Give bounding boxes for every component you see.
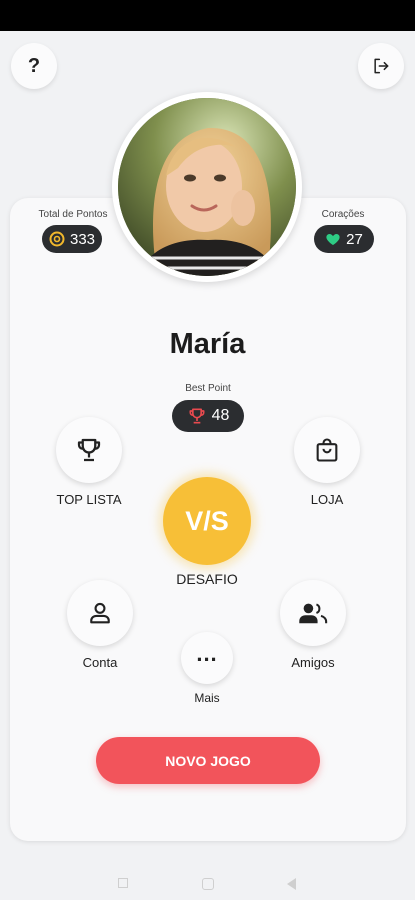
top-list-label: TOP LISTA [56, 492, 122, 507]
best-point-value: 48 [211, 407, 230, 424]
heart-icon [326, 234, 340, 245]
shop-button[interactable] [294, 417, 360, 483]
recents-icon[interactable] [118, 878, 128, 888]
challenge-button[interactable]: V/S [163, 477, 251, 565]
trophy-icon [189, 408, 205, 424]
help-button[interactable]: ? [11, 43, 57, 89]
trophy-icon [77, 438, 101, 462]
friends-icon [299, 603, 328, 624]
versus-label: V/S [185, 505, 229, 536]
total-points-value: 333 [69, 230, 96, 248]
account-label: Conta [82, 655, 118, 670]
home-icon[interactable] [202, 878, 214, 890]
system-nav-bar [0, 866, 415, 900]
shopping-bag-icon [316, 438, 338, 462]
top-list-button[interactable] [56, 417, 122, 483]
logout-icon [374, 58, 389, 74]
user-icon [90, 602, 110, 624]
hearts-badge: 27 [314, 225, 374, 253]
best-point-label: Best Point [185, 383, 231, 394]
question-mark-icon: ? [27, 54, 41, 77]
hearts-label: Corações [321, 209, 365, 220]
challenge-label: DESAFIO [176, 571, 238, 587]
more-dots-icon: ... [196, 641, 218, 666]
best-point-badge: 48 [172, 400, 244, 432]
friends-label: Amigos [291, 655, 335, 670]
hearts-value: 27 [346, 230, 363, 248]
friends-button[interactable] [280, 580, 346, 646]
logout-button[interactable] [358, 43, 404, 89]
new-game-label: NOVO JOGO [165, 752, 251, 769]
total-points-label: Total de Pontos [38, 209, 108, 220]
user-name: María [169, 328, 246, 360]
more-label: Mais [194, 691, 220, 705]
more-button[interactable]: ... [181, 632, 233, 684]
total-points-badge: 333 [42, 225, 102, 253]
new-game-button[interactable]: NOVO JOGO [96, 737, 320, 784]
status-bar [0, 0, 415, 31]
user-photo [118, 98, 296, 276]
back-icon[interactable] [287, 878, 296, 890]
account-button[interactable] [67, 580, 133, 646]
avatar[interactable] [112, 92, 302, 282]
coin-icon [49, 231, 65, 247]
shop-label: LOJA [310, 492, 344, 507]
